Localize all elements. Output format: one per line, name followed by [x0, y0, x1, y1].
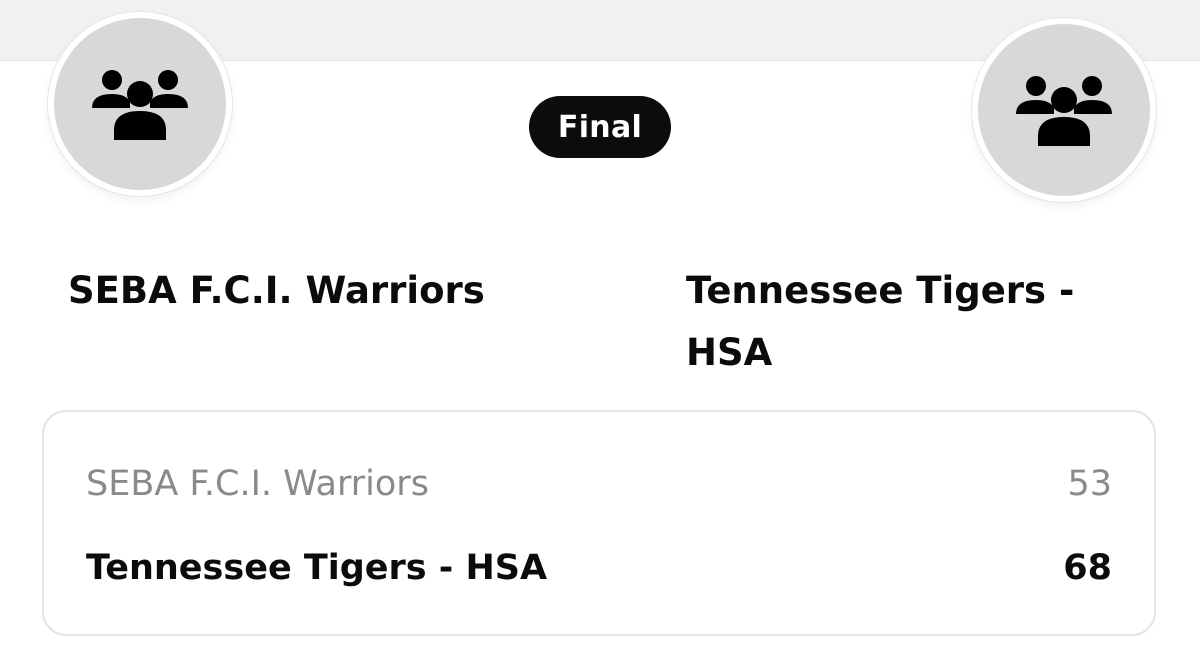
away-team-logo[interactable] [972, 18, 1156, 202]
score-summary-card: SEBA F.C.I. Warriors 53 Tennessee Tigers… [42, 410, 1156, 636]
team-group-icon [1016, 76, 1112, 146]
score-row-team-name: Tennessee Tigers - HSA [86, 548, 548, 588]
score-row-score: 68 [1063, 548, 1112, 588]
score-row: SEBA F.C.I. Warriors 53 [86, 456, 1112, 512]
game-status-badge: Final [529, 96, 671, 158]
score-row: Tennessee Tigers - HSA 68 [86, 540, 1112, 596]
score-row-team-name: SEBA F.C.I. Warriors [86, 464, 429, 504]
home-team-name[interactable]: SEBA F.C.I. Warriors [68, 260, 538, 322]
score-row-score: 53 [1067, 464, 1112, 504]
home-team-logo[interactable] [48, 12, 232, 196]
away-team-name[interactable]: Tennessee Tigers - HSA [686, 260, 1146, 384]
team-group-icon [92, 70, 188, 140]
